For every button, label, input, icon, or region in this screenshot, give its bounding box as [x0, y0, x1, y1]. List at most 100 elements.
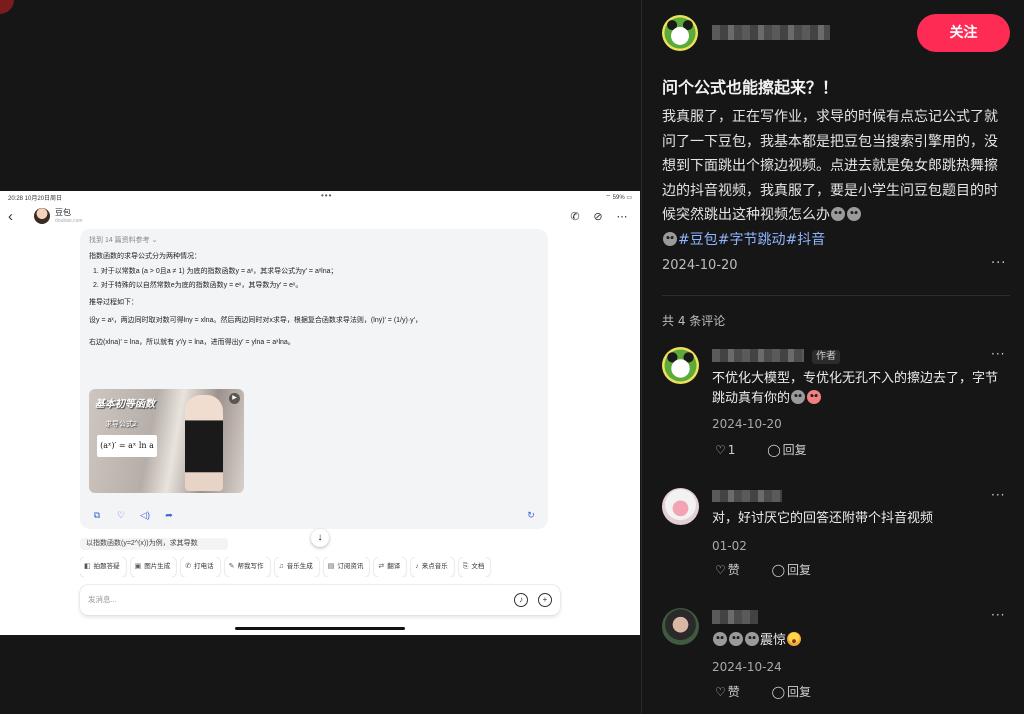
refresh-icon[interactable]: ↻ — [523, 507, 539, 523]
chip-translate[interactable]: ⇄ 翻译 — [374, 557, 407, 577]
chevron-down-icon: ⌄ — [151, 237, 158, 244]
author-avatar[interactable] — [662, 15, 698, 51]
comment-date: 2024-10-24 — [712, 660, 782, 674]
message-placeholder: 发消息... — [88, 595, 117, 604]
more-icon[interactable]: ⋯ — [616, 211, 628, 223]
comment-text: 不优化大模型，专优化无孔不入的擦边去了，字节跳动真有你的 — [712, 369, 1002, 409]
post-date: 2024-10-20 — [662, 258, 738, 273]
thumbnail-title: 基本初等函数 — [95, 399, 155, 410]
doc-icon: ⎘ — [462, 563, 469, 570]
voice-icon[interactable]: ♪ — [514, 593, 528, 607]
video-frame-screenshot: 20:28 10月20日周日 ••• ⌔ 59% ▭ ‹ 豆包 doubao.c… — [0, 191, 640, 635]
chip-doc[interactable]: ⎘ 文档 — [458, 557, 491, 577]
poop-emoji-icon — [791, 390, 806, 404]
comment-more-icon[interactable]: ··· — [991, 608, 1005, 622]
answer-item-2: 2. 对于特殊的以自然常数e为底的指数函数y = eˣ，其导数为y′ = eˣ。 — [93, 282, 303, 289]
status-bar: 20:28 10月20日周日 ••• ⌔ 59% ▭ — [8, 191, 632, 203]
shocked-emoji-icon — [787, 632, 802, 646]
commenter-avatar[interactable] — [662, 488, 699, 525]
bot-avatar — [34, 208, 50, 224]
play-icon[interactable]: ▶ — [229, 393, 240, 404]
comment-text: 对，好讨厌它的回答还附带个抖音视频 — [712, 511, 934, 526]
plus-icon[interactable]: + — [538, 593, 552, 607]
chip-label: 拍题答疑 — [93, 563, 120, 570]
pen-icon: ✎ — [228, 563, 235, 570]
dislike-icon[interactable]: ♡ — [113, 507, 129, 523]
video-player[interactable]: 20:28 10月20日周日 ••• ⌔ 59% ▭ ‹ 豆包 doubao.c… — [0, 0, 640, 714]
chip-book[interactable]: ◧ 拍题答疑 — [80, 557, 126, 577]
reply-button[interactable]: ◯ 回复 — [772, 563, 825, 577]
thumbnail-figure — [185, 395, 223, 491]
chip-label: 帮我写作 — [237, 563, 264, 570]
status-time: 20:28 10月20日周日 — [8, 196, 63, 202]
comment-date: 01-02 — [712, 539, 747, 553]
phone-icon: ✆ — [185, 563, 192, 570]
post-text: 我真服了，正在写作业，求导的时候有点忘记公式了就问了一下豆包，我基本都是把豆包当… — [662, 109, 998, 223]
chip-label: 翻译 — [387, 563, 401, 570]
chip-phone[interactable]: ✆ 打电话 — [181, 557, 220, 577]
comment-item: ··· 震惊 2024-10-24 ♡ 赞 ◯ 回复 — [662, 608, 1010, 703]
post-title: 问个公式也能擦起来？！ — [662, 78, 839, 97]
references-link[interactable]: 找到 14 篇资料参考 ⌄ — [89, 235, 539, 246]
speaker-icon[interactable]: ◁) — [137, 507, 153, 523]
chip-news[interactable]: ▤ 订阅资讯 — [323, 557, 370, 577]
reply-icon: ◯ — [767, 443, 781, 457]
reply-button[interactable]: ◯ 回复 — [767, 443, 820, 457]
hashtag-douyin[interactable]: #抖音 — [785, 232, 825, 248]
record-indicator — [0, 0, 14, 14]
like-button[interactable]: ♡ 1 — [715, 443, 749, 457]
chat-header: ‹ 豆包 doubao.com ✆ ⊘ ⋯ — [0, 205, 640, 231]
translate-icon: ⇄ — [378, 563, 385, 570]
chip-image[interactable]: ▣ 图片生成 — [130, 557, 177, 577]
divider — [662, 295, 1010, 296]
hashtag-bytedance[interactable]: #字节跳动 — [718, 232, 786, 248]
comments-panel: 关注 问个公式也能擦起来？！ 我真服了，正在写作业，求导的时候有点忘记公式了就问… — [641, 0, 1024, 714]
poop-emoji-icon — [745, 632, 759, 646]
back-icon[interactable]: ‹ — [8, 209, 13, 224]
mute-icon[interactable]: ⊘ — [592, 211, 604, 223]
answer-item-1: 1. 对于以常数a (a > 0且a ≠ 1) 为底的指数函数y = aˣ，其求… — [93, 268, 338, 275]
reply-label: 回复 — [787, 563, 812, 577]
poop-emoji-icon — [847, 207, 861, 221]
commenter-avatar[interactable] — [662, 347, 699, 384]
like-count: 1 — [727, 443, 736, 457]
post-more-icon[interactable]: ··· — [991, 256, 1006, 271]
comment-date: 2024-10-20 — [712, 417, 782, 431]
reply-label: 回复 — [782, 443, 807, 457]
hashtag-doubao[interactable]: #豆包 — [678, 232, 718, 248]
bot-domain: doubao.com — [55, 218, 83, 224]
chip-label: 音乐生成 — [286, 563, 313, 570]
music-note-icon: ♪ — [415, 563, 419, 570]
phone-icon[interactable]: ✆ — [569, 211, 581, 223]
chip-music[interactable]: ♫ 音乐生成 — [274, 557, 319, 577]
copy-icon[interactable]: ⧉ — [89, 507, 105, 523]
like-button[interactable]: ♡ 赞 — [715, 685, 754, 699]
reply-button[interactable]: ◯ 回复 — [772, 685, 825, 699]
message-input[interactable]: 发消息... ♪ + — [80, 585, 560, 615]
comment-more-icon[interactable]: ··· — [991, 347, 1005, 361]
author-name-redacted[interactable] — [712, 25, 830, 40]
bot-name: 豆包 — [55, 208, 71, 217]
comment-actions: ♡ 赞 ◯ 回复 — [715, 683, 839, 700]
video-thumbnail[interactable]: 基本初等函数 求导公式2 (aˣ)′ = aˣ ln a ▶ — [89, 389, 244, 493]
scroll-down-icon[interactable]: ↓ — [311, 529, 329, 547]
like-button[interactable]: ♡ 赞 — [715, 563, 754, 577]
comment-more-icon[interactable]: ··· — [991, 488, 1005, 502]
commenter-name-redacted[interactable] — [712, 610, 758, 624]
commenter-avatar[interactable] — [662, 608, 699, 645]
chip-pen[interactable]: ✎ 帮我写作 — [224, 557, 270, 577]
derivation-line-2: 右边(xlna)′ = lna，所以就有 y′/y = lna，进而得出y′ =… — [89, 339, 295, 346]
share-icon[interactable]: ➦ — [161, 507, 177, 523]
answer-intro: 指数函数的求导公式分为两种情况： — [89, 253, 201, 260]
follow-button[interactable]: 关注 — [917, 14, 1010, 52]
chip-music-note[interactable]: ♪ 来点音乐 — [411, 557, 454, 577]
poop-emoji-icon — [713, 632, 727, 646]
news-icon: ▤ — [327, 563, 335, 570]
chip-label: 文档 — [471, 563, 485, 570]
next-message-snippet: 以指数函数(y=2^(x))为例，求其导数 — [80, 538, 228, 550]
reply-label: 回复 — [787, 685, 812, 699]
poop-emoji-icon — [831, 207, 845, 221]
commenter-name-redacted[interactable] — [712, 349, 804, 362]
status-battery: ⌔ 59% ▭ — [605, 195, 632, 201]
commenter-name-redacted[interactable] — [712, 490, 782, 502]
